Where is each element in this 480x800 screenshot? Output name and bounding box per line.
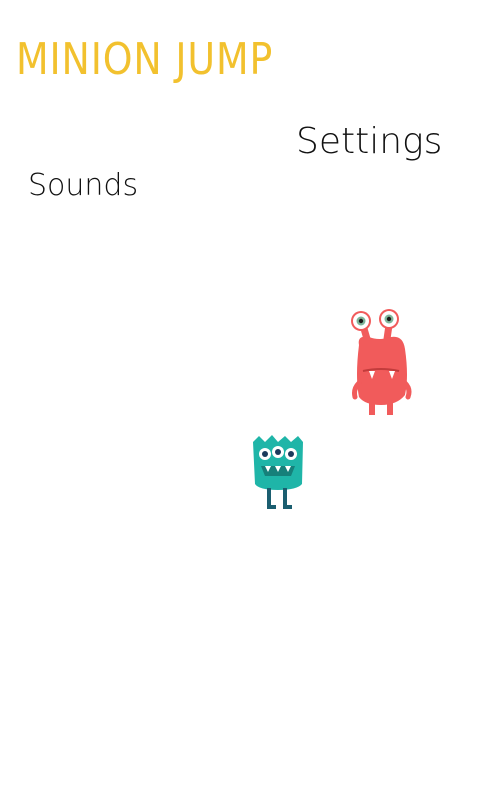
red-monster-icon xyxy=(351,309,412,415)
game-title: MINION JUMP xyxy=(16,34,274,85)
sounds-button[interactable]: Sounds xyxy=(28,166,138,206)
teal-monster-icon xyxy=(253,435,303,509)
game-menu-screen: MINION JUMP Settings Sounds xyxy=(0,0,480,800)
settings-button[interactable]: Settings xyxy=(296,118,442,166)
